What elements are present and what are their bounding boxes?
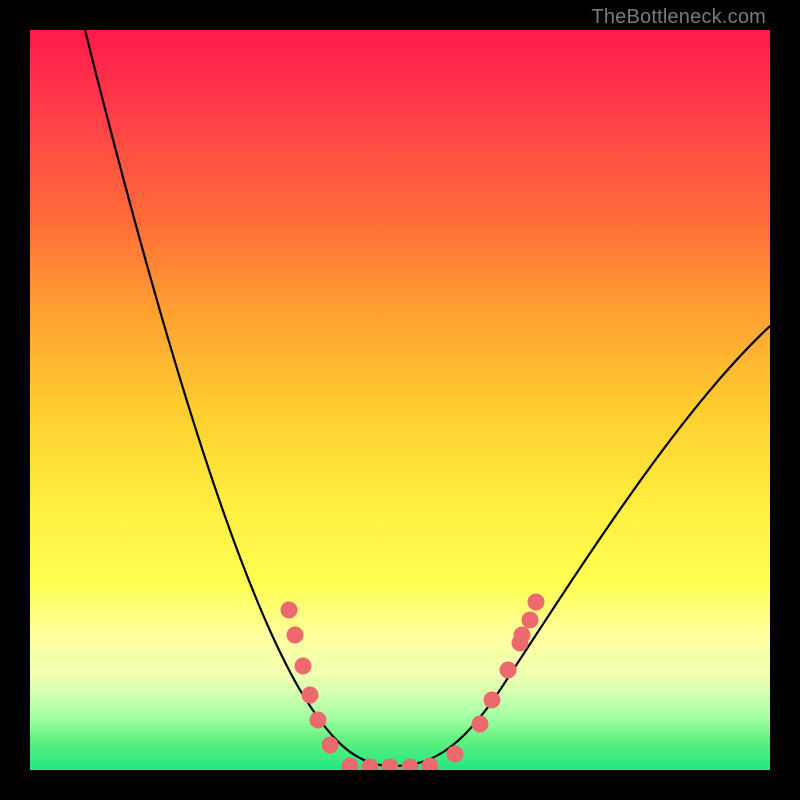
data-marker <box>342 758 359 771</box>
data-marker <box>472 716 489 733</box>
watermark-text: TheBottleneck.com <box>591 6 766 29</box>
data-marker <box>500 662 517 679</box>
data-marker <box>382 759 399 771</box>
data-marker <box>295 658 312 675</box>
data-marker <box>528 594 545 611</box>
data-marker <box>287 627 304 644</box>
data-marker <box>522 612 539 629</box>
chart-svg <box>30 30 770 770</box>
data-marker <box>281 602 298 619</box>
data-marker <box>514 627 531 644</box>
data-marker <box>322 737 339 754</box>
data-marker <box>402 759 419 771</box>
data-marker <box>310 712 327 729</box>
data-marker <box>447 746 464 763</box>
data-marker <box>422 758 439 771</box>
bottleneck-curve <box>85 30 770 766</box>
data-marker <box>302 687 319 704</box>
chart-plot-area <box>30 30 770 770</box>
data-marker <box>484 692 501 709</box>
